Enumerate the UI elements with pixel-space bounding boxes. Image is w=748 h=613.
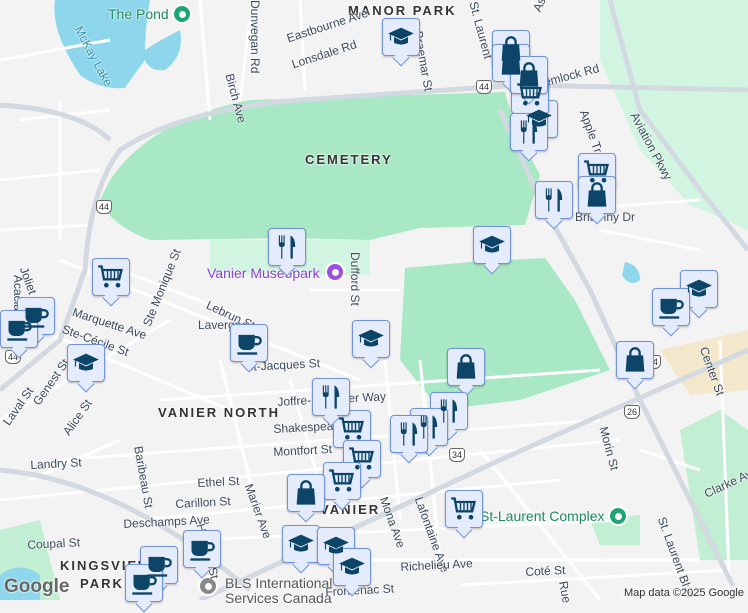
marker-restaurant[interactable] (268, 228, 306, 266)
marker-education[interactable] (382, 18, 420, 56)
graduation-cap-icon (478, 231, 506, 259)
graduation-cap-icon (387, 23, 415, 51)
marker-restaurant[interactable] (312, 378, 350, 416)
fork-knife-icon (395, 420, 423, 448)
shopping-cart-icon (450, 495, 478, 523)
marker-restaurant[interactable] (390, 415, 428, 453)
fork-knife-icon (540, 186, 568, 214)
graduation-cap-icon (357, 325, 385, 353)
street-label: Ethel St (197, 473, 240, 490)
poi-label-bls[interactable]: BLS International Services Canada (225, 576, 332, 606)
street-label: Landry St (30, 455, 83, 472)
poi-label-st-laurent-complex[interactable]: St-Laurent Complex (480, 508, 605, 524)
marker-shopping[interactable] (510, 56, 548, 94)
marker-education[interactable] (333, 548, 371, 586)
graduation-cap-icon (287, 530, 315, 558)
shopping-cart-icon (328, 467, 356, 495)
museum-pin-icon[interactable] (325, 262, 345, 282)
coffee-cup-icon (657, 293, 685, 321)
marker-education[interactable] (473, 226, 511, 264)
fork-knife-icon (317, 383, 345, 411)
park-pin-icon[interactable] (608, 506, 628, 526)
shopping-bag-icon (452, 353, 480, 381)
area-label-vanier: VANIER (320, 502, 381, 517)
poi-label-the-pond[interactable]: The Pond (108, 6, 169, 22)
marker-cafe[interactable] (0, 310, 38, 348)
shopping-bag-icon (515, 61, 543, 89)
marker-restaurant[interactable] (510, 113, 548, 151)
route-shield-icon: 34 (449, 448, 465, 462)
marker-grocery[interactable] (323, 462, 361, 500)
marker-education[interactable] (680, 270, 718, 308)
marker-cafe[interactable] (652, 288, 690, 326)
marker-shopping[interactable] (447, 348, 485, 386)
fork-knife-icon (273, 233, 301, 261)
area-label-vanier-north: VANIER NORTH (158, 405, 280, 420)
marker-education[interactable] (67, 344, 105, 382)
graduation-cap-icon (72, 349, 100, 377)
marker-education[interactable] (352, 320, 390, 358)
marker-shopping[interactable] (616, 341, 654, 379)
marker-grocery[interactable] (333, 410, 371, 448)
shopping-cart-icon (97, 263, 125, 291)
coffee-cup-icon (130, 569, 158, 597)
graduation-cap-icon (338, 553, 366, 581)
street-label: Carillon St (175, 494, 232, 511)
route-shield-icon: 44 (476, 80, 492, 94)
marker-cafe[interactable] (125, 564, 163, 602)
marker-cafe[interactable] (183, 530, 221, 568)
marker-grocery[interactable] (92, 258, 130, 296)
poi-label-museopark[interactable]: Vanier Museopark (207, 265, 320, 281)
fork-knife-icon (515, 118, 543, 146)
graduation-cap-icon (685, 275, 713, 303)
route-shield-icon: 44 (96, 200, 112, 214)
street-label: Dunvegan Rd (248, 0, 262, 74)
area-label-cemetery: CEMETERY (305, 152, 393, 167)
marker-restaurant[interactable] (535, 181, 573, 219)
street-label: Coté St (525, 562, 566, 579)
poi-label-bls-line2: Services Canada (225, 590, 332, 606)
street-label: Coupal St (27, 535, 81, 552)
shopping-bag-icon (583, 181, 611, 209)
street-label: Dufford St (348, 252, 362, 306)
coffee-cup-icon (235, 329, 263, 357)
park-pin-icon[interactable] (172, 4, 192, 24)
shopping-bag-icon (621, 346, 649, 374)
marker-shopping[interactable] (578, 176, 616, 214)
marker-cafe[interactable] (230, 324, 268, 362)
marker-shopping[interactable] (287, 474, 325, 512)
marker-education[interactable] (282, 525, 320, 563)
route-shield-icon: 26 (624, 405, 640, 419)
google-logo: Google (4, 576, 70, 597)
coffee-cup-icon (188, 535, 216, 563)
shopping-bag-icon (292, 479, 320, 507)
shopping-cart-icon (338, 415, 366, 443)
poi-label-bls-line1: BLS International (225, 575, 333, 591)
coffee-cup-icon (5, 315, 33, 343)
map-attribution[interactable]: Map data ©2025 Google (619, 586, 748, 600)
marker-grocery[interactable] (445, 490, 483, 528)
area-label-park: PARK (80, 576, 124, 591)
